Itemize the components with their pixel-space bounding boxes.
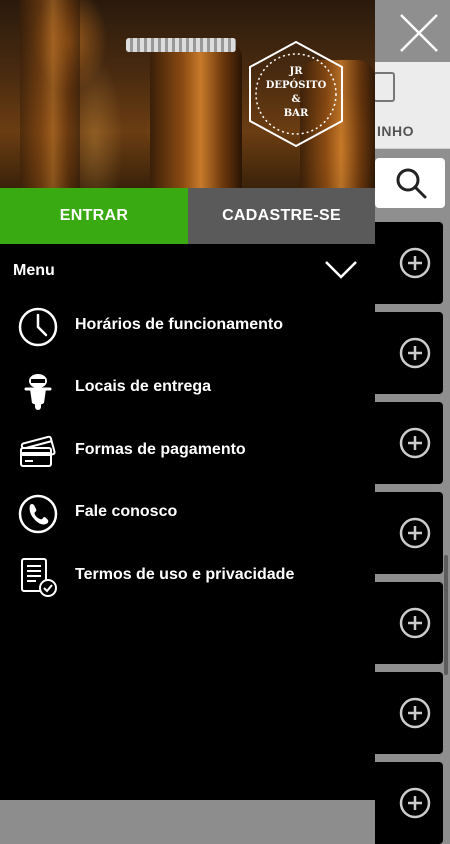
search-icon (396, 168, 427, 199)
logo-text: DEPÓSITO (265, 80, 327, 91)
product-card[interactable] (375, 402, 443, 484)
hero-banner: JR DEPÓSITO & BAR (0, 0, 375, 188)
auth-buttons: ENTRAR CADASTRE-SE (0, 188, 375, 244)
add-icon[interactable] (399, 247, 431, 279)
add-icon[interactable] (399, 337, 431, 369)
brand-logo: JR DEPÓSITO & BAR (244, 40, 348, 148)
close-icon[interactable] (398, 12, 440, 54)
add-icon[interactable] (399, 787, 431, 819)
background-header-label: INHO (377, 123, 414, 139)
menu-item-payment[interactable]: Formas de pagamento (0, 421, 375, 481)
login-button[interactable]: ENTRAR (0, 188, 188, 244)
menu-item-terms[interactable]: Termos de uso e privacidade (0, 546, 375, 606)
add-icon[interactable] (399, 517, 431, 549)
bottle-cap-image (126, 38, 236, 52)
menu-item-delivery[interactable]: Locais de entrega (0, 358, 375, 418)
menu-item-label: Formas de pagamento (75, 441, 246, 458)
menu-item-label: Termos de uso e privacidade (75, 566, 295, 583)
credit-cards-icon (20, 435, 56, 467)
product-card[interactable] (375, 222, 443, 304)
bottle-image (150, 40, 242, 188)
scrollbar[interactable] (444, 555, 448, 675)
add-icon[interactable] (399, 427, 431, 459)
product-card[interactable] (375, 672, 443, 754)
menu-item-hours[interactable]: Horários de funcionamento (0, 296, 375, 356)
register-button[interactable]: CADASTRE-SE (188, 188, 375, 244)
menu-item-label: Horários de funcionamento (75, 316, 284, 333)
background-search-box (375, 158, 445, 208)
side-drawer: JR DEPÓSITO & BAR ENTRAR CADASTRE-SE Men… (0, 0, 375, 800)
product-card[interactable] (375, 312, 443, 394)
close-drawer-button[interactable] (398, 12, 440, 54)
menu-item-contact[interactable]: Fale conosco (0, 483, 375, 543)
phone-icon (18, 494, 58, 534)
product-card[interactable] (375, 762, 443, 844)
menu-item-label: Locais de entrega (75, 378, 212, 395)
document-check-icon (21, 558, 57, 597)
menu-item-label: Fale conosco (75, 503, 178, 520)
logo-text: JR (289, 66, 303, 77)
product-card[interactable] (375, 492, 443, 574)
menu-section-header[interactable]: Menu (0, 244, 375, 296)
logo-text: & (291, 94, 301, 105)
clock-icon (18, 307, 58, 347)
scooter-icon (24, 374, 52, 410)
add-icon[interactable] (399, 697, 431, 729)
logo-text: BAR (283, 108, 309, 119)
chevron-down-icon[interactable] (324, 258, 358, 280)
menu-title: Menu (13, 262, 55, 279)
add-icon[interactable] (399, 607, 431, 639)
cart-icon (373, 72, 395, 102)
product-card[interactable] (375, 582, 443, 664)
bottle-image (20, 0, 80, 188)
